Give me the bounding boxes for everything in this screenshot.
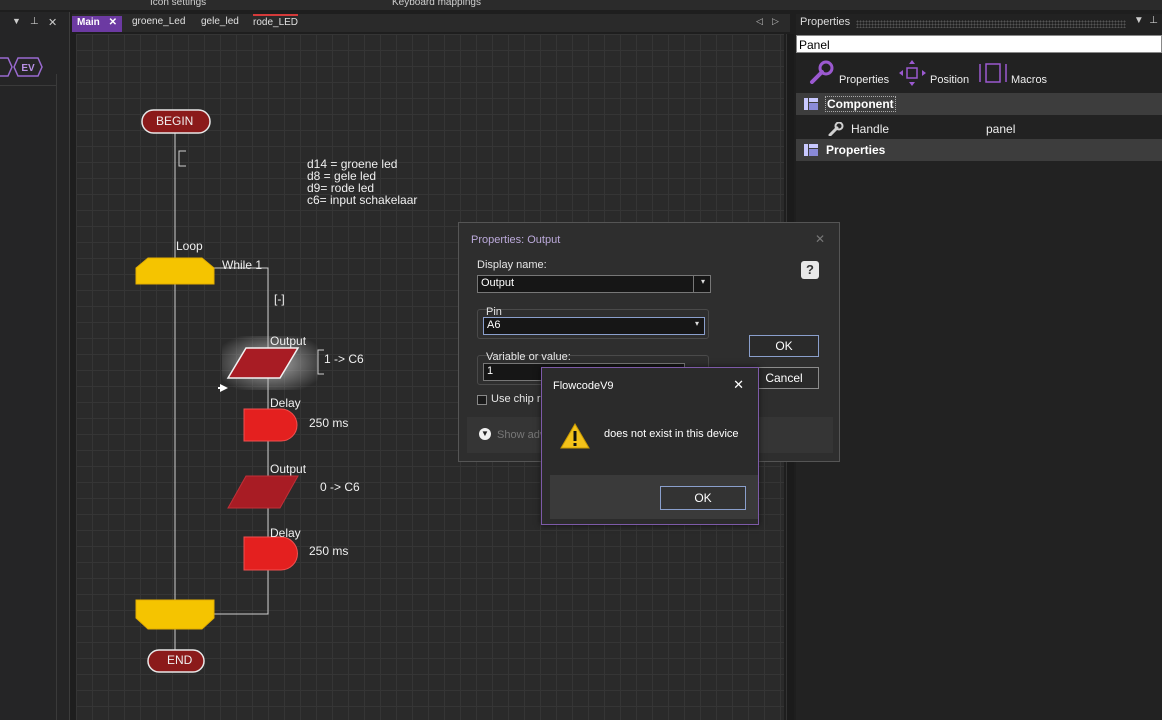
pin-select[interactable]: A6 ▾	[483, 317, 705, 335]
position-tool-button[interactable]: Position	[930, 74, 969, 86]
keyboard-mappings-menu[interactable]: Keyboard mappings	[392, 0, 481, 8]
properties-panel-title: Properties	[800, 16, 851, 28]
delay-block-1[interactable]	[243, 408, 298, 442]
wrench-icon[interactable]	[808, 60, 834, 84]
tab-close-icon[interactable]: ✕	[109, 17, 117, 28]
macros-tool-button[interactable]: Macros	[1011, 74, 1047, 86]
flowchart-tab-bar: Main ✕ groene_Led gele_led rode_LED ◁ ▷	[72, 14, 790, 32]
warning-icon	[560, 423, 590, 449]
left-toolbox-panel: ▼ ⊥ ✕ EV	[0, 12, 70, 720]
tab-groene-led[interactable]: groene_Led	[132, 16, 185, 32]
use-chip-checkbox[interactable]	[477, 395, 487, 405]
tab-scroll-left-icon[interactable]: ◁	[756, 16, 763, 32]
loop-end-block[interactable]	[135, 599, 215, 630]
dropdown-icon[interactable]: ▼	[1134, 15, 1144, 26]
use-chip-label: Use chip re	[491, 393, 547, 405]
display-name-field[interactable]: Output ▾	[477, 275, 711, 293]
variable-label: Variable or value:	[486, 351, 571, 363]
icon-settings-menu[interactable]: Icon settings	[150, 0, 206, 8]
error-message-box: FlowcodeV9 ✕ does not exist in this devi…	[541, 367, 759, 525]
message-text: does not exist in this device	[604, 428, 739, 440]
left-panel-header: ▼ ⊥ ✕	[0, 16, 70, 34]
pin-value: A6	[487, 319, 501, 331]
message-box-title: FlowcodeV9	[553, 380, 614, 392]
dropdown-icon[interactable]: ▼	[12, 16, 21, 26]
loop-label: Loop	[176, 239, 203, 253]
close-icon[interactable]: ✕	[48, 16, 57, 29]
tab-rode-led[interactable]: rode_LED	[253, 14, 299, 30]
message-ok-button[interactable]: OK	[660, 486, 746, 510]
output-block-2[interactable]	[227, 475, 299, 509]
handle-property-name: Handle	[851, 122, 890, 136]
properties-section-label: Properties	[826, 143, 886, 157]
comment-line: c6= input schakelaar	[307, 193, 418, 207]
event-macro-icon[interactable]: EV	[0, 56, 56, 78]
cancel-button[interactable]: Cancel	[749, 367, 819, 389]
display-name-value: Output	[481, 277, 515, 289]
collapse-bracket	[178, 150, 186, 167]
loop-start-block[interactable]	[135, 257, 215, 285]
component-section-header[interactable]: Component	[796, 93, 1162, 115]
delay-1-detail: 250 ms	[309, 416, 349, 430]
delay-block-2[interactable]	[243, 536, 298, 571]
display-name-label: Display name:	[477, 259, 547, 271]
chevron-down-icon[interactable]: ▾	[695, 319, 699, 328]
message-box-footer: OK	[550, 475, 758, 519]
toolbox-row: EV	[0, 57, 56, 86]
output-2-detail: 0 -> C6	[320, 480, 360, 494]
help-icon[interactable]: ?	[801, 261, 819, 279]
component-section-label: Component	[825, 96, 896, 112]
handle-property-value[interactable]: panel	[986, 122, 1015, 136]
properties-panel-controls: ▼ ⊥	[1134, 15, 1158, 26]
variable-value: 1	[487, 365, 494, 377]
tab-main-label: Main	[77, 17, 100, 28]
handle-property-row[interactable]: Handle panel	[796, 120, 1162, 138]
properties-section-header[interactable]: Properties	[796, 139, 1162, 161]
properties-tool-button[interactable]: Properties	[839, 74, 889, 86]
position-move-icon[interactable]	[898, 60, 928, 86]
tab-gele-led[interactable]: gele_led	[201, 16, 239, 32]
component-select-input[interactable]: Panel	[796, 35, 1162, 53]
tab-main[interactable]: Main ✕	[72, 16, 122, 32]
delay-2-label: Delay	[270, 526, 301, 540]
output-2-label: Output	[270, 462, 307, 476]
collapse-marker[interactable]: [-]	[274, 292, 285, 306]
loop-condition: While 1	[222, 258, 263, 272]
expand-icon[interactable]: ▼	[479, 428, 491, 440]
wrench-icon	[828, 122, 844, 136]
dialog-close-icon[interactable]: ✕	[815, 232, 825, 246]
section-icon	[804, 144, 818, 156]
properties-panel: Properties ▼ ⊥ Panel Properties Position…	[796, 14, 1162, 720]
output-1-detail: 1 -> C6	[324, 352, 364, 366]
end-label: END	[167, 653, 193, 667]
pin-icon[interactable]: ⊥	[1149, 15, 1158, 26]
chevron-down-icon[interactable]: ▾	[701, 277, 705, 286]
delay-2-detail: 250 ms	[309, 544, 349, 558]
macros-icon[interactable]	[978, 62, 1008, 84]
begin-label: BEGIN	[156, 114, 194, 128]
event-badge: EV	[21, 63, 35, 74]
delay-1-label: Delay	[270, 396, 301, 410]
tab-scroll-right-icon[interactable]: ▷	[772, 16, 779, 32]
dialog-title: Properties: Output	[471, 234, 561, 246]
top-menu-strip: Icon settings Keyboard mappings	[0, 0, 1162, 10]
pin-icon[interactable]: ⊥	[30, 16, 39, 27]
ok-button[interactable]: OK	[749, 335, 819, 357]
left-panel-divider	[56, 74, 57, 720]
section-icon	[804, 98, 818, 110]
output-1-label: Output	[270, 334, 307, 348]
close-icon[interactable]: ✕	[733, 377, 744, 393]
flowchart-comment[interactable]: d14 = groene led d8 = gele led d9= rode …	[307, 158, 417, 206]
panel-grip	[856, 20, 1126, 28]
show-advanced-label[interactable]: Show adv	[497, 429, 545, 441]
